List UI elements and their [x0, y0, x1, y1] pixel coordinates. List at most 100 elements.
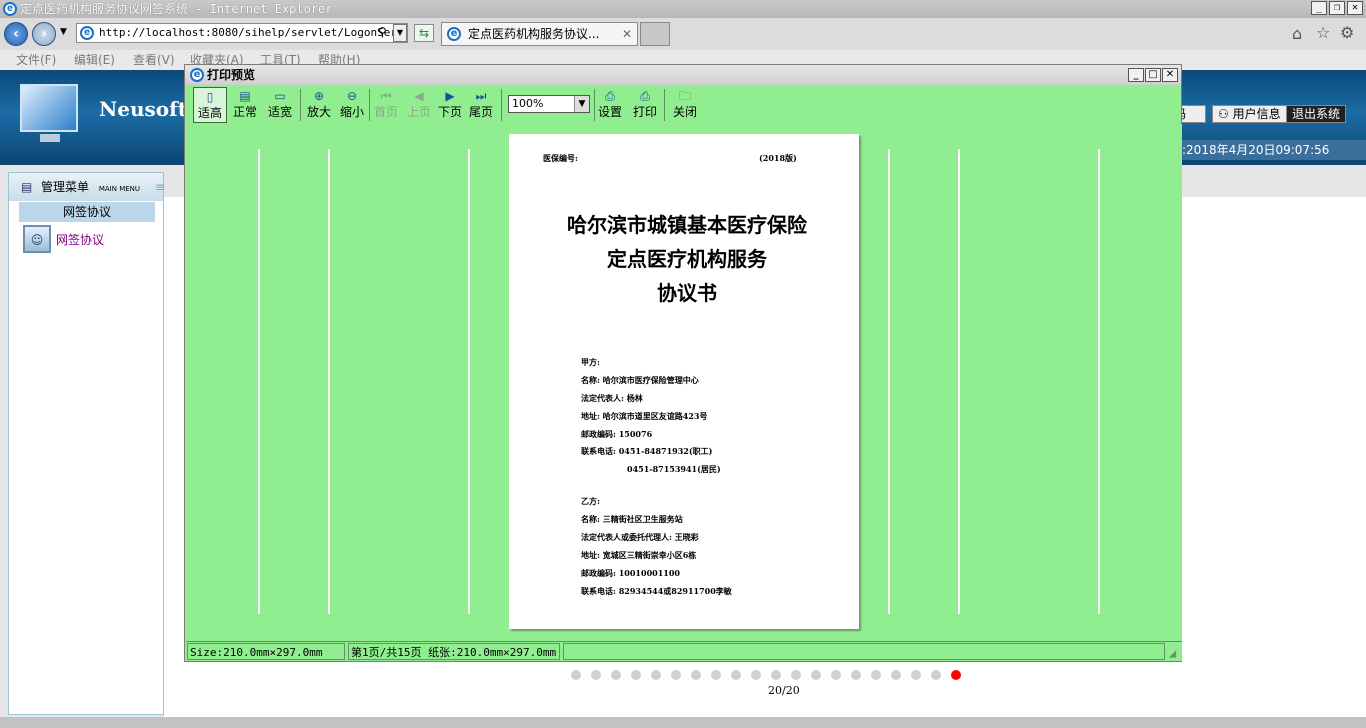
page-guide-line [258, 149, 260, 614]
party-b-zip: 邮政编码: 10010001100 [581, 568, 680, 578]
sidebar-header: ▤ 管理菜单 MAIN MENU ≡ [9, 173, 165, 201]
normal-view-button[interactable]: ▤ 正常 [228, 87, 262, 123]
bottom-strip [0, 717, 1366, 728]
search-icon[interactable]: ⚲ [378, 25, 387, 39]
pager-dot[interactable] [951, 670, 961, 680]
address-text: http://localhost:8080/sihelp/servlet/Log… [99, 26, 404, 39]
next-page-button[interactable]: ▶ 下页 [433, 87, 467, 123]
pager-dot[interactable] [671, 670, 681, 680]
menu-file[interactable]: 文件(F) [16, 50, 56, 70]
back-button[interactable]: ‹ [4, 22, 28, 46]
normal-view-label: 正常 [232, 105, 257, 119]
close-folder-icon: 🗀 [678, 89, 691, 103]
home-icon[interactable]: ⌂ [1292, 24, 1302, 43]
zoom-out-button[interactable]: ⊖ 缩小 [335, 87, 369, 123]
pager-dot[interactable] [811, 670, 821, 680]
settings-button[interactable]: ⎙ 设置 [593, 87, 627, 123]
tab-title: 定点医药机构服务协议... [468, 27, 600, 41]
preview-maximize-button[interactable]: □ [1145, 68, 1161, 82]
address-dropdown-icon[interactable]: ▼ [393, 24, 407, 42]
prev-page-button[interactable]: ◀ 上页 [402, 87, 436, 123]
user-info-button[interactable]: ⚇ 用户信息 [1212, 105, 1287, 123]
fit-height-icon: ▯ [206, 90, 214, 104]
pager-dot[interactable] [871, 670, 881, 680]
document-page: 医保编号: (2018版) 哈尔滨市城镇基本医疗保险 定点医疗机构服务 协议书 … [509, 134, 859, 629]
settings-label: 设置 [597, 105, 622, 119]
first-page-button[interactable]: ⏮ 首页 [369, 87, 403, 123]
page-guide-line [958, 149, 960, 614]
sidebar-item-agreement[interactable]: ☺ 网签协议 [23, 225, 153, 255]
pager-dot[interactable] [891, 670, 901, 680]
pager-dot[interactable] [711, 670, 721, 680]
logout-button[interactable]: 退出系统 [1286, 105, 1347, 123]
pager-dot[interactable] [651, 670, 661, 680]
party-b-name: 名称: 三精街社区卫生服务站 [581, 514, 683, 524]
settings-icon: ⎙ [605, 89, 615, 103]
page-guide-line [888, 149, 890, 614]
close-button[interactable]: ✕ [1347, 1, 1363, 15]
preview-toolbar: ▯ 适高 ▤ 正常 ▭ 适宽 ⊕ 放大 ⊖ 缩小 ⏮ 首页 ◀ 上页 ▶ 下页 ⏭ 尾页 100%… [190, 87, 1180, 123]
brand-logo: Neusoft® [99, 97, 197, 121]
pager-dot[interactable] [691, 670, 701, 680]
print-label: 打印 [632, 105, 657, 119]
pager-dot[interactable] [911, 670, 921, 680]
preview-ie-icon: e [190, 68, 204, 82]
preview-canvas: 医保编号: (2018版) 哈尔滨市城镇基本医疗保险 定点医疗机构服务 协议书 … [186, 124, 1182, 641]
doc-title-line-3: 协议书 [657, 281, 717, 305]
normal-view-icon: ▤ [239, 89, 251, 103]
sidebar-group[interactable]: 网签协议 [19, 202, 155, 222]
sidebar: ▤ 管理菜单 MAIN MENU ≡ 网签协议 ☺ 网签协议 [8, 172, 165, 715]
pager-dot[interactable] [771, 670, 781, 680]
fit-width-button[interactable]: ▭ 适宽 [263, 87, 297, 123]
pager-dot[interactable] [731, 670, 741, 680]
browser-tab[interactable]: e 定点医药机构服务协议... ✕ [441, 22, 638, 46]
pager-dot[interactable] [611, 670, 621, 680]
zoom-out-icon: ⊖ [346, 89, 358, 103]
preview-close-button[interactable]: ✕ [1162, 68, 1178, 82]
party-b-address: 地址: 宽城区三精街崇幸小区6栋 [581, 550, 697, 560]
print-button[interactable]: ⎙ 打印 [628, 87, 662, 123]
toolbar-divider [501, 89, 502, 121]
restore-button[interactable]: ❐ [1329, 1, 1345, 15]
zoom-in-button[interactable]: ⊕ 放大 [302, 87, 336, 123]
insurance-code-label: 医保编号: [543, 153, 578, 163]
close-preview-button[interactable]: 🗀 关闭 [668, 87, 702, 123]
printer-icon: ⎙ [640, 89, 650, 103]
favorites-star-icon[interactable]: ☆ [1316, 23, 1330, 42]
refresh-icon[interactable]: ⇆ [414, 24, 434, 42]
pager-dot[interactable] [931, 670, 941, 680]
last-page-label: 尾页 [468, 105, 493, 119]
toolbar-divider [664, 89, 665, 121]
preview-minimize-button[interactable]: _ [1128, 68, 1144, 82]
pager-dot[interactable] [751, 670, 761, 680]
fit-height-button[interactable]: ▯ 适高 [193, 87, 227, 123]
party-a-address: 地址: 哈尔滨市道里区友谊路423号 [581, 411, 708, 421]
monitor-logo-icon [20, 84, 78, 132]
tab-close-icon[interactable]: ✕ [622, 23, 632, 45]
pager-dot[interactable] [791, 670, 801, 680]
pager-dot[interactable] [631, 670, 641, 680]
pager-dot[interactable] [851, 670, 861, 680]
first-page-icon: ⏮ [380, 89, 392, 103]
pager-dot[interactable] [831, 670, 841, 680]
close-preview-label: 关闭 [672, 105, 697, 119]
page-guide-line [468, 149, 470, 614]
minimize-button[interactable]: _ [1311, 1, 1327, 15]
next-page-icon: ▶ [445, 89, 455, 103]
menu-edit[interactable]: 编辑(E) [74, 50, 115, 70]
address-bar[interactable]: e http://localhost:8080/sihelp/servlet/L… [76, 23, 408, 43]
last-page-button[interactable]: ⏭ 尾页 [464, 87, 498, 123]
pager-dot[interactable] [571, 670, 581, 680]
zoom-select[interactable]: 100% ▼ [508, 95, 590, 113]
browser-title-bar: e 定点医药机构服务协议网签系统 - Internet Explorer _ ❐… [0, 0, 1366, 18]
status-size: Size:210.0mm×297.0mm [187, 643, 345, 660]
new-tab-button[interactable] [640, 22, 670, 46]
history-dropdown-icon[interactable]: ▼ [60, 27, 67, 37]
resize-grip-icon[interactable]: ◢ [1169, 644, 1176, 662]
menu-view[interactable]: 查看(V) [133, 50, 175, 70]
ie-logo-icon: e [3, 2, 17, 16]
tools-gear-icon[interactable]: ⚙ [1340, 23, 1354, 42]
forward-button[interactable]: › [32, 22, 56, 46]
pager-dot[interactable] [591, 670, 601, 680]
party-a-zip: 邮政编码: 150076 [581, 429, 653, 439]
